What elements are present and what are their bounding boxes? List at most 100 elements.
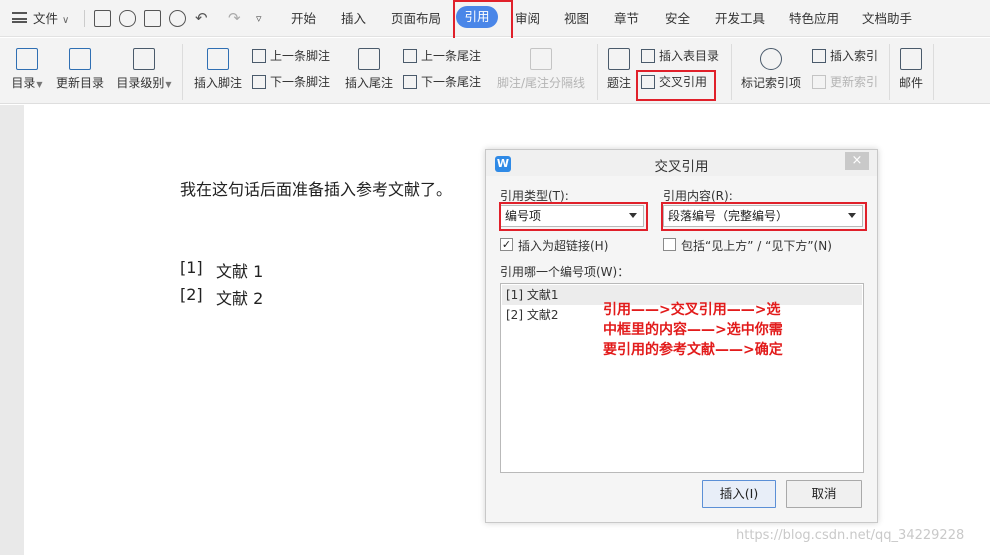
caption-label: 题注 — [606, 76, 631, 90]
toc-level-button[interactable]: 目录级别▼ — [115, 48, 173, 91]
undo-icon[interactable]: ↶ — [195, 0, 208, 37]
tab-chapter[interactable]: 章节 — [614, 0, 639, 37]
toc-button[interactable]: 目录▼ — [10, 48, 44, 91]
toolbar-divider — [84, 10, 85, 27]
close-icon[interactable]: × — [845, 152, 869, 170]
mark-index-entry-button[interactable]: 标记索引项 — [740, 48, 802, 91]
quick-access-dropdown-icon[interactable]: ▿ — [256, 0, 262, 37]
insert-endnote-label: 插入尾注 — [344, 76, 393, 90]
insert-index-label: 插入索引 — [830, 49, 879, 63]
ribbon-divider — [889, 44, 890, 100]
save-icon[interactable] — [94, 10, 111, 27]
prev-footnote-button[interactable]: 上一条脚注 — [252, 46, 330, 66]
mark-index-entry-label: 标记索引项 — [740, 76, 801, 90]
next-footnote-label: 下一条脚注 — [270, 75, 331, 89]
tab-review[interactable]: 审阅 — [515, 0, 540, 37]
reference-text: 文献 2 — [216, 289, 264, 308]
reference-text: 文献 1 — [216, 262, 264, 281]
toc-icon — [16, 48, 38, 70]
insert-index-button[interactable]: 插入索引 — [812, 46, 878, 66]
dialog-title-bar[interactable]: W 交叉引用 × — [486, 150, 877, 176]
update-toc-label: 更新目录 — [55, 76, 104, 90]
cancel-button[interactable]: 取消 — [786, 480, 862, 508]
references-tab-highlight — [453, 0, 513, 43]
file-menu-label: 文件 — [33, 11, 59, 26]
next-endnote-label: 下一条尾注 — [421, 75, 482, 89]
prev-endnote-icon — [403, 48, 417, 63]
dialog-title: 交叉引用 — [654, 159, 709, 175]
prev-endnote-label: 上一条尾注 — [421, 49, 482, 63]
watermark: https://blog.csdn.net/qq_34229228 — [736, 528, 965, 543]
tab-view[interactable]: 视图 — [564, 0, 589, 37]
file-menu[interactable]: 文件 ∨ — [12, 0, 69, 37]
prev-footnote-icon — [252, 48, 266, 63]
update-toc-icon — [69, 48, 91, 70]
print-icon[interactable] — [144, 10, 161, 27]
prev-footnote-label: 上一条脚注 — [270, 49, 331, 63]
insert-table-of-figures-label: 插入表目录 — [659, 49, 720, 63]
table-of-figures-icon — [641, 48, 655, 63]
tab-developer[interactable]: 开发工具 — [715, 0, 765, 37]
insert-hyperlink-checkbox[interactable]: ✓ — [500, 238, 513, 251]
ribbon: 目录▼ 更新目录 目录级别▼ 插入脚注 上一条脚注 下一条脚注 插入尾注 上一条… — [0, 38, 990, 104]
reference-number: [1] — [180, 258, 203, 277]
next-endnote-icon — [403, 74, 417, 89]
insert-footnote-icon — [207, 48, 229, 70]
toc-level-icon — [133, 48, 155, 70]
ribbon-divider — [182, 44, 183, 100]
reference-content-highlight — [661, 202, 867, 231]
include-above-below-label: 包括“见上方” / “见下方”(N) — [681, 239, 832, 253]
ribbon-divider — [731, 44, 732, 100]
document-sentence: 我在这句话后面准备插入参考文献了。 — [180, 180, 453, 199]
next-endnote-button[interactable]: 下一条尾注 — [403, 72, 481, 92]
hamburger-icon — [12, 12, 27, 23]
ribbon-divider — [933, 44, 934, 100]
footnote-separator-icon — [530, 48, 552, 70]
mail-icon — [900, 48, 922, 70]
redo-icon[interactable]: ↷ — [228, 0, 241, 37]
annotation-line: 引用——>交叉引用——>选 — [603, 302, 781, 318]
print-preview-icon[interactable] — [169, 10, 186, 27]
insert-endnote-icon — [358, 48, 380, 70]
next-footnote-button[interactable]: 下一条脚注 — [252, 72, 330, 92]
update-index-label: 更新索引 — [830, 75, 879, 89]
reference-type-highlight — [499, 202, 648, 231]
prev-endnote-button[interactable]: 上一条尾注 — [403, 46, 481, 66]
next-footnote-icon — [252, 74, 266, 89]
update-index-icon — [812, 74, 826, 89]
insert-footnote-label: 插入脚注 — [193, 76, 242, 90]
insert-button[interactable]: 插入(I) — [702, 480, 776, 508]
update-index-button[interactable]: 更新索引 — [812, 72, 878, 92]
toc-label: 目录 — [11, 76, 36, 90]
annotation-line: 中框里的内容——>选中你需 — [603, 322, 783, 338]
footnote-separator-label: 脚注/尾注分隔线 — [496, 76, 586, 90]
mail-label: 邮件 — [898, 76, 923, 90]
tab-doc-assistant[interactable]: 文档助手 — [862, 0, 912, 37]
format-painter-icon[interactable] — [119, 10, 136, 27]
caption-button[interactable]: 题注 — [605, 48, 633, 91]
tab-home[interactable]: 开始 — [291, 0, 316, 37]
tab-page-layout[interactable]: 页面布局 — [391, 0, 441, 37]
tab-special-apps[interactable]: 特色应用 — [789, 0, 839, 37]
toc-level-label: 目录级别 — [116, 76, 165, 90]
update-toc-button[interactable]: 更新目录 — [55, 48, 105, 91]
reference-number: [2] — [180, 285, 203, 304]
mail-button[interactable]: 邮件 — [897, 48, 925, 91]
insert-index-icon — [812, 48, 826, 63]
include-above-below-checkbox[interactable] — [663, 238, 676, 251]
chevron-down-icon: ∨ — [62, 15, 70, 26]
tab-security[interactable]: 安全 — [665, 0, 690, 37]
left-margin-strip — [0, 105, 24, 555]
footnote-separator-button[interactable]: 脚注/尾注分隔线 — [496, 48, 586, 91]
cross-reference-highlight — [636, 70, 716, 101]
insert-table-of-figures-button[interactable]: 插入表目录 — [641, 46, 719, 66]
insert-footnote-button[interactable]: 插入脚注 — [193, 48, 243, 91]
annotation-line: 要引用的参考文献——>确定 — [603, 342, 783, 358]
mark-index-entry-icon — [760, 48, 782, 70]
annotation-note: 引用——>交叉引用——>选 中框里的内容——>选中你需 要引用的参考文献——>确… — [603, 300, 833, 360]
ribbon-divider — [597, 44, 598, 100]
caption-icon — [608, 48, 630, 70]
insert-endnote-button[interactable]: 插入尾注 — [344, 48, 394, 91]
which-item-label: 引用哪一个编号项(W)： — [500, 265, 630, 279]
tab-insert[interactable]: 插入 — [341, 0, 366, 37]
